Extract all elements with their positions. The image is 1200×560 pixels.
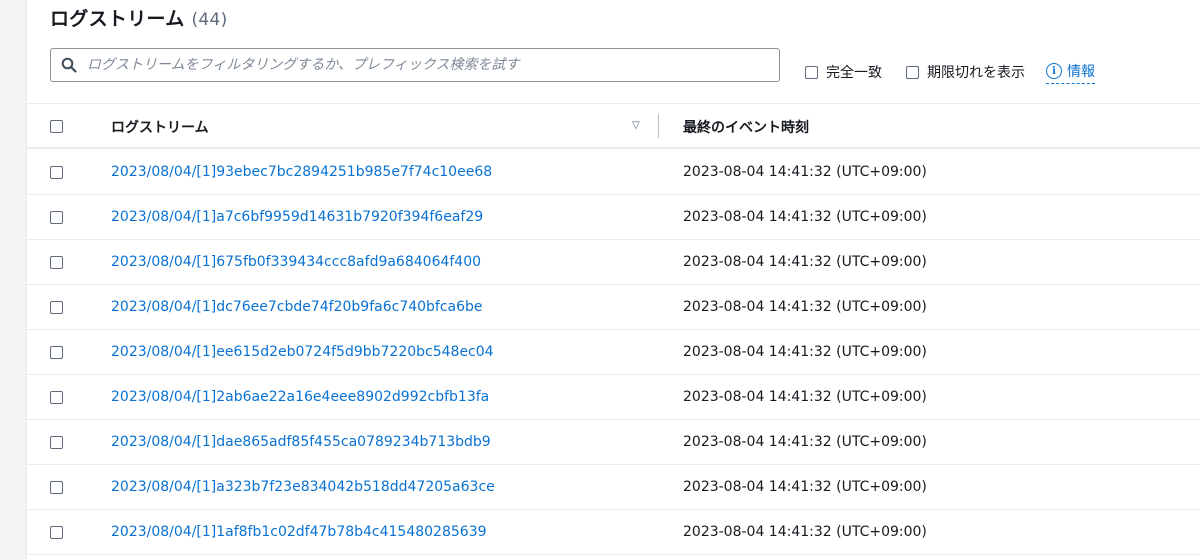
log-stream-link[interactable]: 2023/08/04/[1]2ab6ae22a16e4eee8902d992cb… xyxy=(111,389,489,405)
info-icon: i xyxy=(1046,63,1062,79)
log-stream-link[interactable]: 2023/08/04/[1]dc76ee7cbde74f20b9fa6c740b… xyxy=(111,299,483,315)
table-body: 2023/08/04/[1]93ebec7bc2894251b985e7f74c… xyxy=(27,150,1200,555)
row-checkbox[interactable] xyxy=(50,301,63,314)
info-link[interactable]: i 情報 xyxy=(1046,61,1095,84)
exact-match-option[interactable]: 完全一致 xyxy=(805,62,882,82)
stream-count: (44) xyxy=(191,10,228,30)
row-checkbox[interactable] xyxy=(50,211,63,224)
last-event-time: 2023-08-04 14:41:32 (UTC+09:00) xyxy=(683,164,927,180)
page-title-text: ログストリーム xyxy=(50,8,185,30)
log-stream-link[interactable]: 2023/08/04/[1]ee615d2eb0724f5d9bb7220bc5… xyxy=(111,344,494,360)
column-header-last-event[interactable]: 最終のイベント時刻 xyxy=(683,117,809,137)
search-box[interactable] xyxy=(50,48,780,82)
sort-descending-icon[interactable]: ▽ xyxy=(632,120,640,131)
last-event-time: 2023-08-04 14:41:32 (UTC+09:00) xyxy=(683,479,927,495)
select-all-checkbox[interactable] xyxy=(50,120,63,133)
row-checkbox[interactable] xyxy=(50,256,63,269)
log-stream-link[interactable]: 2023/08/04/[1]a323b7f23e834042b518dd4720… xyxy=(111,479,495,495)
table-row: 2023/08/04/[1]a323b7f23e834042b518dd4720… xyxy=(27,465,1200,510)
info-label: 情報 xyxy=(1067,64,1095,80)
table-row: 2023/08/04/[1]93ebec7bc2894251b985e7f74c… xyxy=(27,150,1200,195)
last-event-time: 2023-08-04 14:41:32 (UTC+09:00) xyxy=(683,524,927,540)
show-expired-label: 期限切れを表示 xyxy=(927,65,1025,81)
table-row: 2023/08/04/[1]1af8fb1c02df47b78b4c415480… xyxy=(27,510,1200,555)
left-gutter xyxy=(0,0,27,560)
last-event-time: 2023-08-04 14:41:32 (UTC+09:00) xyxy=(683,254,927,270)
exact-match-label: 完全一致 xyxy=(826,65,882,81)
search-icon xyxy=(61,57,77,73)
log-streams-panel: ログストリーム (44) 完全一致 期限切れを表示 i 情報 ログストリーム ▽… xyxy=(27,0,1200,560)
table-row: 2023/08/04/[1]2ab6ae22a16e4eee8902d992cb… xyxy=(27,375,1200,420)
row-checkbox[interactable] xyxy=(50,346,63,359)
table-row: 2023/08/04/[1]675fb0f339434ccc8afd9a6840… xyxy=(27,240,1200,285)
last-event-time: 2023-08-04 14:41:32 (UTC+09:00) xyxy=(683,209,927,225)
column-header-log-stream[interactable]: ログストリーム xyxy=(111,117,209,137)
last-event-time: 2023-08-04 14:41:32 (UTC+09:00) xyxy=(683,344,927,360)
last-event-time: 2023-08-04 14:41:32 (UTC+09:00) xyxy=(683,299,927,315)
show-expired-option[interactable]: 期限切れを表示 xyxy=(906,62,1025,82)
last-event-time: 2023-08-04 14:41:32 (UTC+09:00) xyxy=(683,389,927,405)
table-header: ログストリーム ▽ 最終のイベント時刻 xyxy=(27,103,1200,149)
row-checkbox[interactable] xyxy=(50,391,63,404)
search-input[interactable] xyxy=(87,53,767,77)
row-checkbox[interactable] xyxy=(50,436,63,449)
row-checkbox[interactable] xyxy=(50,481,63,494)
column-divider[interactable] xyxy=(658,114,659,138)
log-stream-link[interactable]: 2023/08/04/[1]dae865adf85f455ca0789234b7… xyxy=(111,434,491,450)
log-stream-link[interactable]: 2023/08/04/[1]93ebec7bc2894251b985e7f74c… xyxy=(111,164,492,180)
table-row: 2023/08/04/[1]dae865adf85f455ca0789234b7… xyxy=(27,420,1200,465)
table-row: 2023/08/04/[1]ee615d2eb0724f5d9bb7220bc5… xyxy=(27,330,1200,375)
exact-match-checkbox[interactable] xyxy=(805,65,818,79)
row-checkbox[interactable] xyxy=(50,166,63,179)
page-title: ログストリーム (44) xyxy=(50,4,228,31)
log-stream-link[interactable]: 2023/08/04/[1]a7c6bf9959d14631b7920f394f… xyxy=(111,209,483,225)
log-stream-link[interactable]: 2023/08/04/[1]1af8fb1c02df47b78b4c415480… xyxy=(111,524,487,540)
row-checkbox[interactable] xyxy=(50,526,63,539)
log-stream-link[interactable]: 2023/08/04/[1]675fb0f339434ccc8afd9a6840… xyxy=(111,254,481,270)
table-row: 2023/08/04/[1]a7c6bf9959d14631b7920f394f… xyxy=(27,195,1200,240)
table-row: 2023/08/04/[1]dc76ee7cbde74f20b9fa6c740b… xyxy=(27,285,1200,330)
show-expired-checkbox[interactable] xyxy=(906,65,919,79)
last-event-time: 2023-08-04 14:41:32 (UTC+09:00) xyxy=(683,434,927,450)
